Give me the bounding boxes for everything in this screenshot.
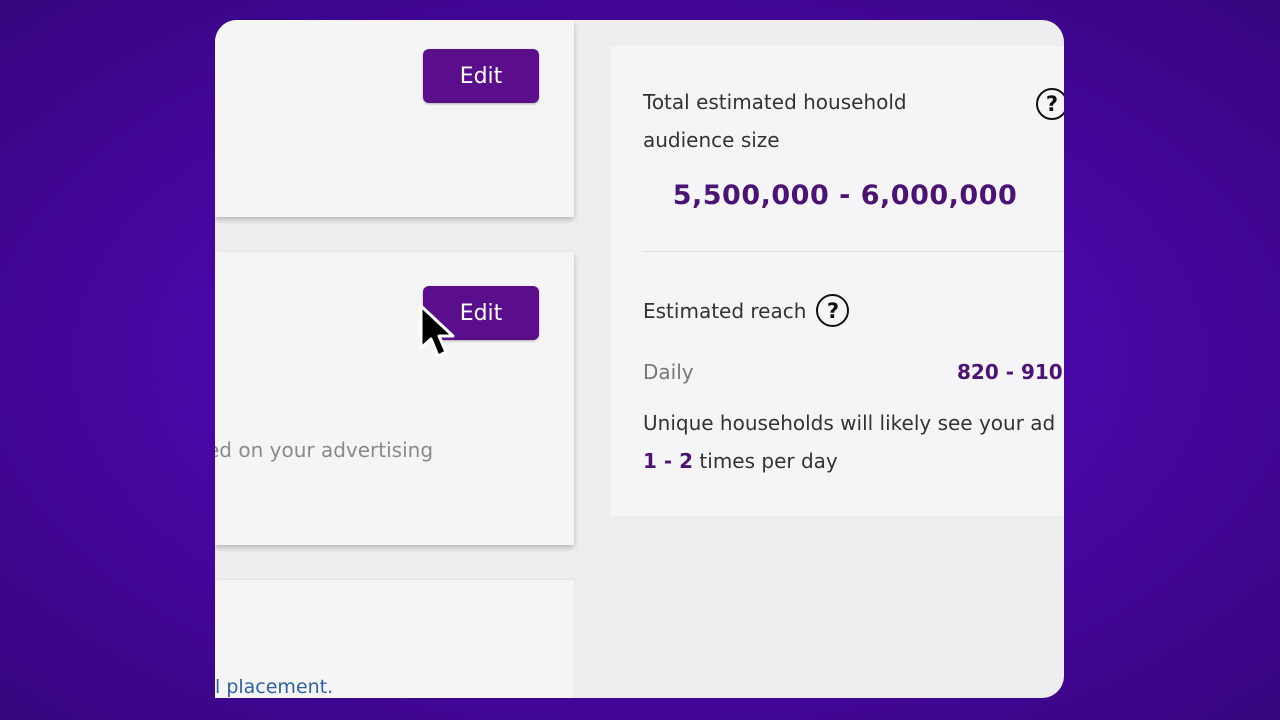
edit-button[interactable]: Edit (423, 49, 539, 103)
settings-card: l placement. (215, 580, 574, 698)
audience-summary-panel: Total estimated household audience size … (610, 46, 1064, 516)
frequency-suffix: times per day (693, 449, 838, 473)
app-window: Edit Edit ed on your advertising l place… (215, 20, 1064, 698)
frequency-description: Unique households will likely see your a… (643, 404, 1064, 480)
settings-card: Edit ed on your advertising (215, 252, 574, 545)
frequency-prefix: Unique households will likely see your a… (643, 411, 1056, 435)
total-audience-value: 5,500,000 - 6,000,000 (672, 180, 1018, 211)
total-audience-label: Total estimated household audience size (643, 90, 907, 152)
daily-reach-value: 820 - 910 (957, 360, 1063, 384)
settings-column: Edit Edit ed on your advertising l place… (215, 20, 575, 698)
estimated-reach-label: Estimated reach (643, 298, 807, 323)
placement-link[interactable]: l placement. (215, 676, 333, 698)
estimated-reach-heading: Estimated reach ? (643, 294, 850, 327)
frequency-value: 1 - 2 (643, 449, 694, 473)
question-circle-icon[interactable]: ? (1036, 88, 1064, 120)
settings-card: Edit (215, 20, 574, 217)
divider (643, 251, 1064, 252)
mouse-pointer-icon (419, 304, 455, 358)
question-circle-icon[interactable]: ? (816, 294, 850, 327)
daily-label: Daily (643, 360, 694, 384)
card-description: ed on your advertising (215, 438, 434, 462)
